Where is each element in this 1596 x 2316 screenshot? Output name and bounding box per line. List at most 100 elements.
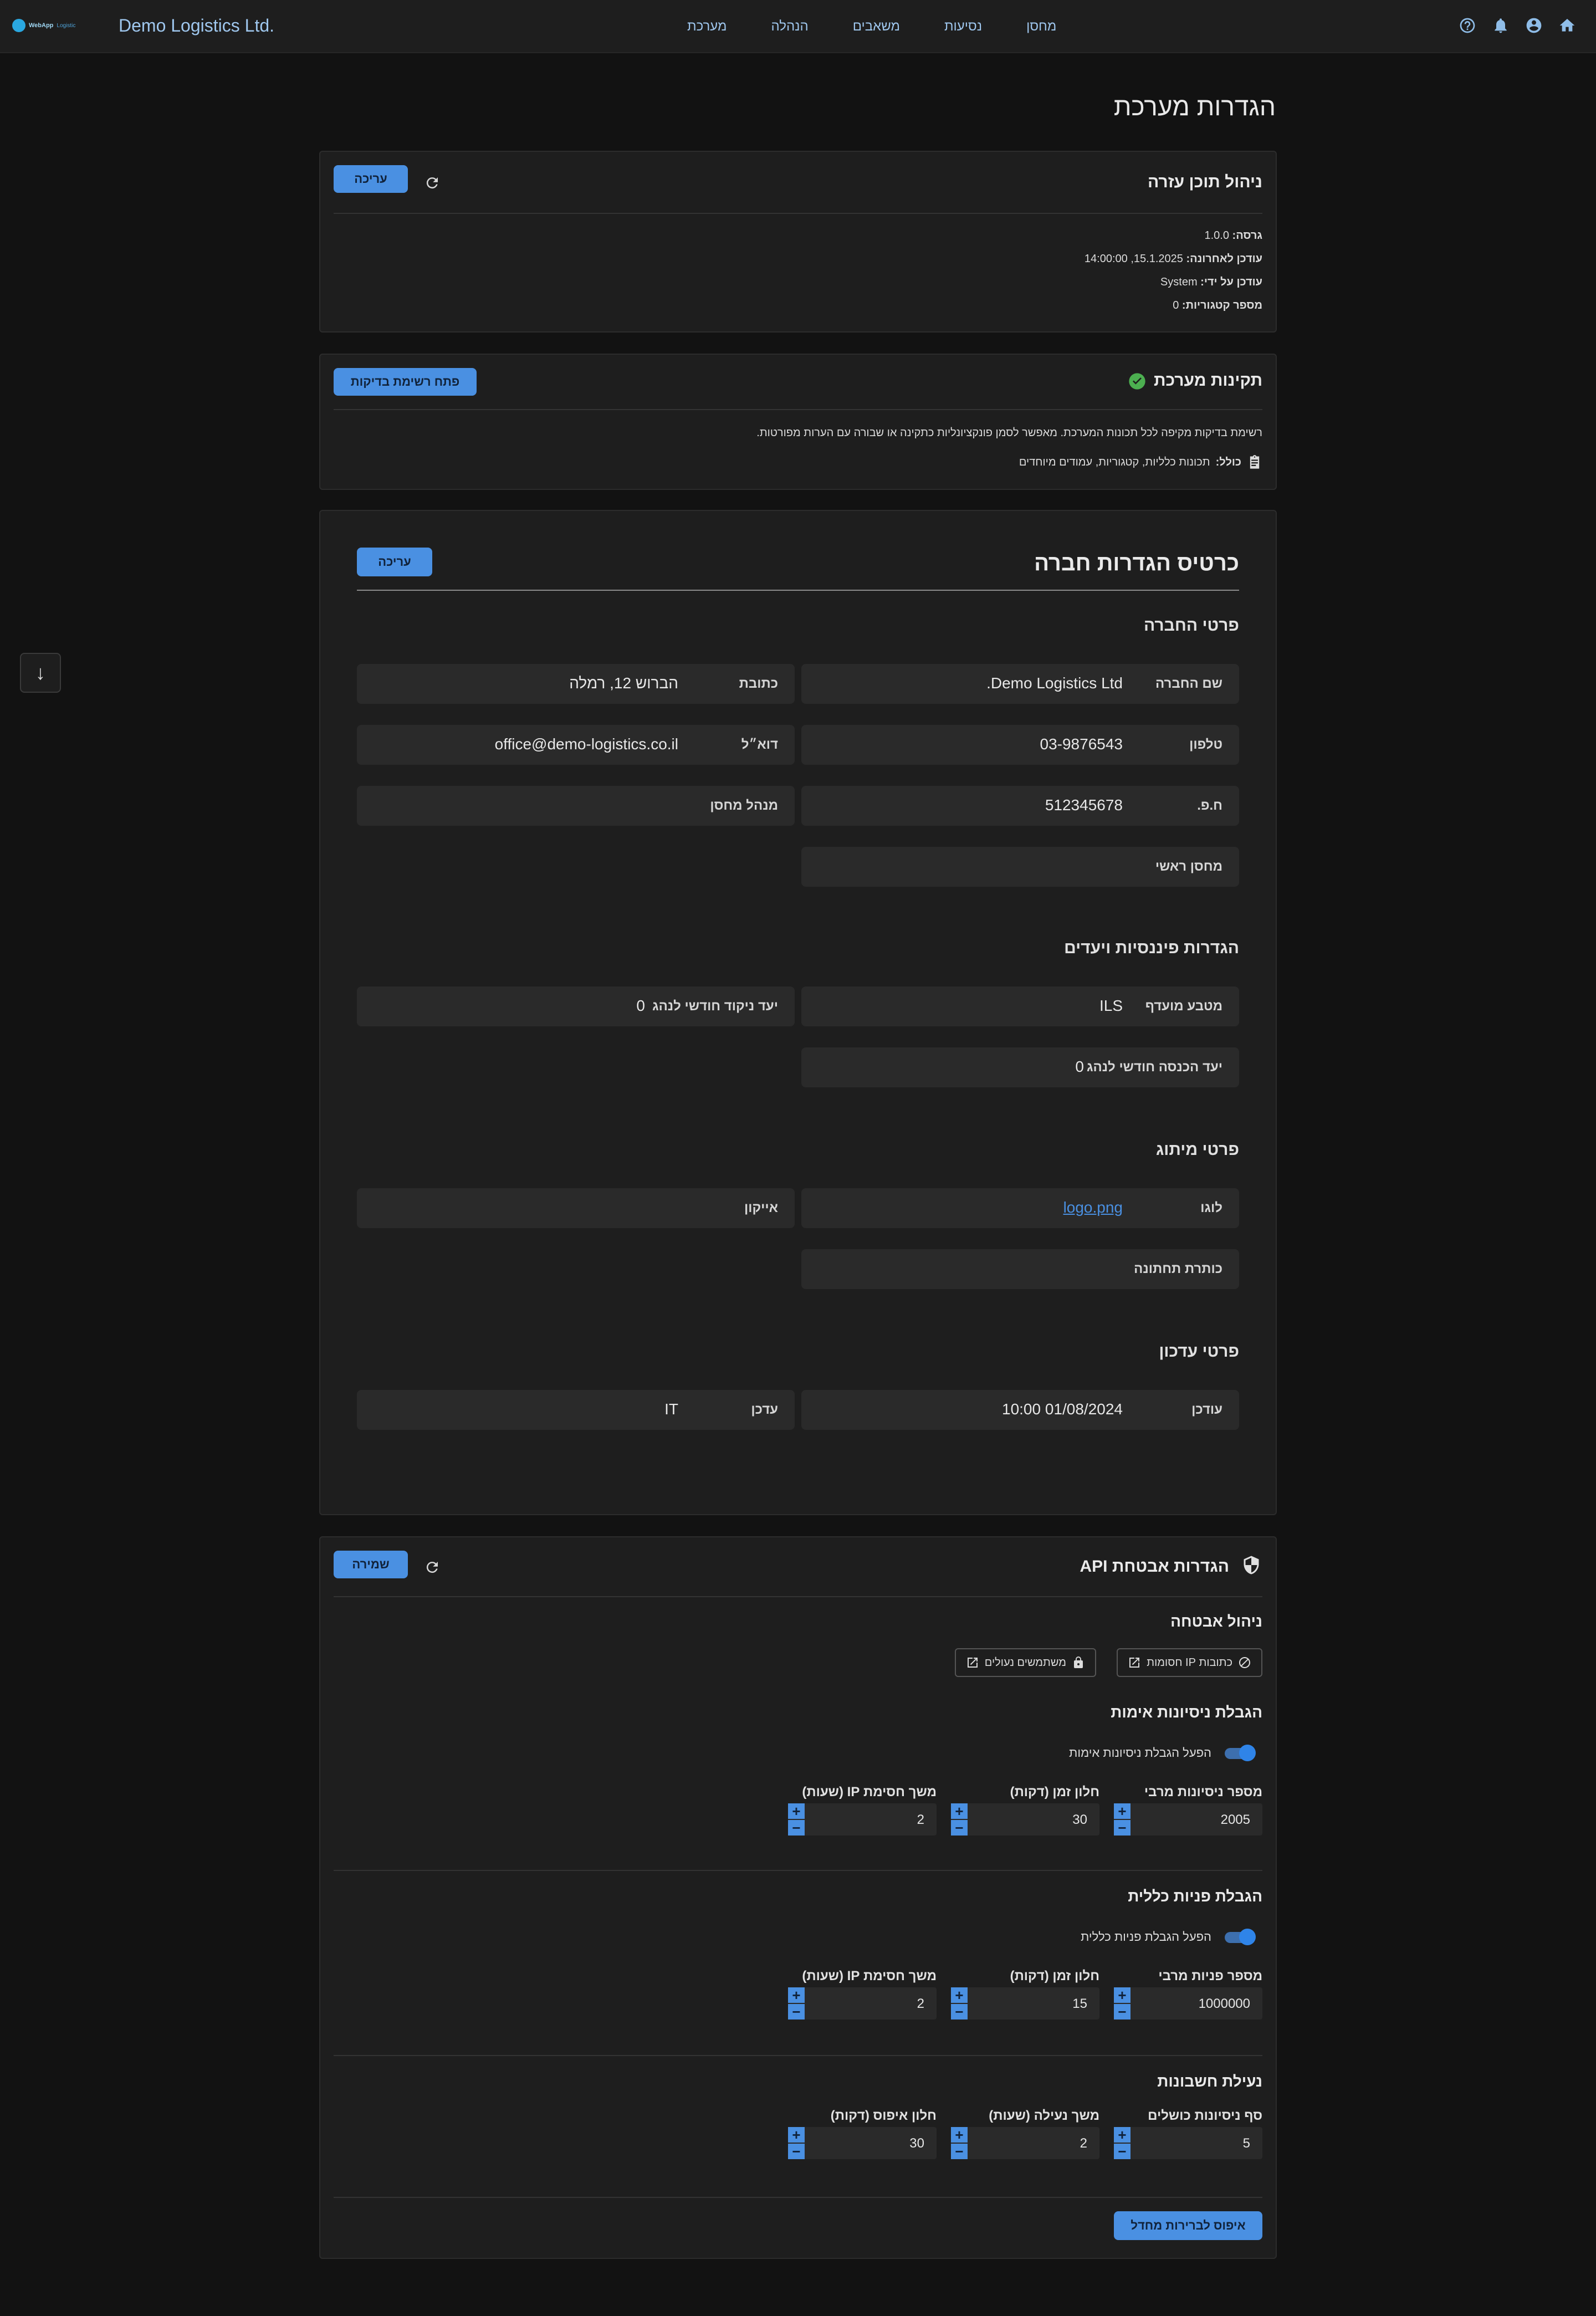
refresh-icon[interactable] <box>421 172 443 194</box>
decrement-button[interactable]: − <box>1114 1819 1130 1836</box>
account-icon[interactable] <box>1524 16 1544 35</box>
auth-max-attempts-input[interactable]: + −2005 <box>1114 1803 1262 1836</box>
field-income-target[interactable]: יעד הכנסה חודשי לנהג 0 <box>801 1047 1239 1087</box>
auth-block-input[interactable]: + −2 <box>788 1803 937 1836</box>
nav-warehouse[interactable]: מחסן <box>1004 19 1078 34</box>
field-subtitle[interactable]: כותרת תחתונה <box>801 1249 1239 1289</box>
logo-mark <box>12 19 25 32</box>
auth-window-label: חלון זמן (דקות) <box>1010 1785 1099 1799</box>
company-name[interactable]: Demo Logistics Ltd. <box>119 16 274 36</box>
api-save-button[interactable]: שמירה <box>334 1551 408 1578</box>
categories-row: מספר קטגוריות: 0 <box>1173 299 1262 311</box>
scroll-down-button[interactable]: ↓ <box>20 653 61 693</box>
top-icons <box>1457 16 1577 35</box>
decrement-button[interactable]: − <box>788 2143 805 2160</box>
field-currency[interactable]: מטבע מועדף ILS <box>801 986 1239 1026</box>
company-edit-button[interactable]: עריכה <box>357 548 432 576</box>
locked-users-button[interactable]: משתמשים נעולים <box>954 1648 1096 1677</box>
decrement-button[interactable]: − <box>951 1819 968 1836</box>
stepper[interactable]: + − <box>788 1987 805 2020</box>
global-block-input[interactable]: + −2 <box>788 1987 937 2020</box>
version-row: גרסה: 1.0.0 <box>1204 229 1263 242</box>
section-company-details: פרטי החברה <box>1143 616 1239 635</box>
decrement-button[interactable]: − <box>788 1819 805 1836</box>
block-icon <box>1239 1657 1250 1668</box>
open-checklist-button[interactable]: פתח רשימת בדיקות <box>334 368 477 396</box>
help-edit-button[interactable]: עריכה <box>334 165 408 193</box>
lockout-reset-input[interactable]: + −30 <box>788 2126 937 2160</box>
field-logo[interactable]: לוגו logo.png <box>801 1188 1239 1228</box>
increment-button[interactable]: + <box>788 2126 805 2143</box>
decrement-button[interactable]: − <box>1114 2003 1130 2020</box>
global-limit-title: הגבלת פניות כללית <box>1128 1888 1262 1905</box>
increment-button[interactable]: + <box>951 2126 968 2143</box>
field-main-warehouse[interactable]: מחסן ראשי <box>801 847 1239 887</box>
lockout-duration-label: משך נעילה (שעות) <box>989 2108 1099 2123</box>
section-update: פרטי עדכון <box>1159 1342 1239 1361</box>
increment-button[interactable]: + <box>1114 1987 1130 2003</box>
refresh-icon[interactable] <box>421 1556 443 1578</box>
field-hp[interactable]: ח.פ. 512345678 <box>801 786 1239 826</box>
global-window-label: חלון זמן (דקות) <box>1010 1969 1099 1983</box>
blocked-ips-label: כתובות IP חסומות <box>1147 1656 1232 1669</box>
field-email[interactable]: דוא״ל office@demo-logistics.co.il <box>357 725 795 765</box>
help-icon[interactable] <box>1457 16 1477 35</box>
divider <box>357 590 1239 591</box>
nav-trips[interactable]: נסיעות <box>922 19 1004 34</box>
stepper[interactable]: + − <box>951 1803 968 1836</box>
auth-limit-toggle[interactable] <box>1225 1745 1258 1761</box>
auth-window-input[interactable]: + −30 <box>951 1803 1099 1836</box>
field-updated[interactable]: עודכן 01/08/2024 10:00 <box>801 1390 1239 1430</box>
home-icon[interactable] <box>1557 16 1577 35</box>
field-warehouse-manager[interactable]: מנהל מחסן <box>357 786 795 826</box>
stepper[interactable]: + − <box>788 1803 805 1836</box>
field-phone[interactable]: טלפון 03-9876543 <box>801 725 1239 765</box>
stepper[interactable]: + − <box>1114 2126 1130 2160</box>
blocked-ips-button[interactable]: כתובות IP חסומות <box>1117 1648 1262 1677</box>
increment-button[interactable]: + <box>788 1803 805 1819</box>
app-logo[interactable]: WebApp Logistic <box>12 19 75 32</box>
lockout-threshold-input[interactable]: + −5 <box>1114 2126 1262 2160</box>
logo-text: WebApp <box>29 22 54 29</box>
field-updater[interactable]: עדכן IT <box>357 1390 795 1430</box>
increment-button[interactable]: + <box>951 1803 968 1819</box>
nav-system[interactable]: מערכת <box>665 19 749 34</box>
global-max-requests-input[interactable]: + −1000000 <box>1114 1987 1262 2020</box>
decrement-button[interactable]: − <box>788 2003 805 2020</box>
field-points-target[interactable]: יעד ניקוד חודשי לנהג 0 <box>357 986 795 1026</box>
auth-limit-toggle-label: הפעל הגבלת ניסיונות אימות <box>1069 1746 1211 1760</box>
top-app-bar: WebApp Logistic Demo Logistics Ltd. מחסן… <box>0 0 1596 53</box>
logo-link[interactable]: logo.png <box>1063 1199 1123 1216</box>
stepper[interactable]: + − <box>1114 1987 1130 2020</box>
global-limit-toggle[interactable] <box>1225 1929 1258 1945</box>
lockout-duration-input[interactable]: + −2 <box>951 2126 1099 2160</box>
global-window-input[interactable]: + −15 <box>951 1987 1099 2020</box>
stepper[interactable]: + − <box>951 2126 968 2160</box>
decrement-button[interactable]: − <box>951 2143 968 2160</box>
reset-defaults-button[interactable]: איפוס לברירות מחדל <box>1114 2211 1262 2240</box>
decrement-button[interactable]: − <box>951 2003 968 2020</box>
decrement-button[interactable]: − <box>1114 2143 1130 2160</box>
nav-management[interactable]: הנהלה <box>749 19 831 34</box>
increment-button[interactable]: + <box>951 1987 968 2003</box>
stepper[interactable]: + − <box>788 2126 805 2160</box>
increment-button[interactable]: + <box>788 1987 805 2003</box>
locked-users-label: משתמשים נעולים <box>984 1656 1066 1669</box>
stepper[interactable]: + − <box>951 1987 968 2020</box>
field-icon[interactable]: אייקון <box>357 1188 795 1228</box>
logo-subtext: Logistic <box>57 22 76 29</box>
increment-button[interactable]: + <box>1114 2126 1130 2143</box>
auth-limit-title: הגבלת ניסיונות אימות <box>1111 1704 1262 1721</box>
increment-button[interactable]: + <box>1114 1803 1130 1819</box>
health-card-title: תקינות מערכת <box>1153 371 1262 390</box>
field-address[interactable]: כתובת הברוש 12, רמלה <box>357 664 795 704</box>
open-in-new-icon <box>967 1658 978 1668</box>
bell-icon[interactable] <box>1491 16 1511 35</box>
check-circle-icon <box>1128 372 1146 390</box>
security-mgmt-title: ניהול אבטחה <box>1170 1613 1262 1630</box>
stepper[interactable]: + − <box>1114 1803 1130 1836</box>
field-company-name[interactable]: שם החברה Demo Logistics Ltd. <box>801 664 1239 704</box>
nav-resources[interactable]: משאבים <box>831 19 922 34</box>
global-max-requests-label: מספר פניות מרבי <box>1158 1969 1262 1983</box>
clipboard-icon <box>1247 454 1262 470</box>
